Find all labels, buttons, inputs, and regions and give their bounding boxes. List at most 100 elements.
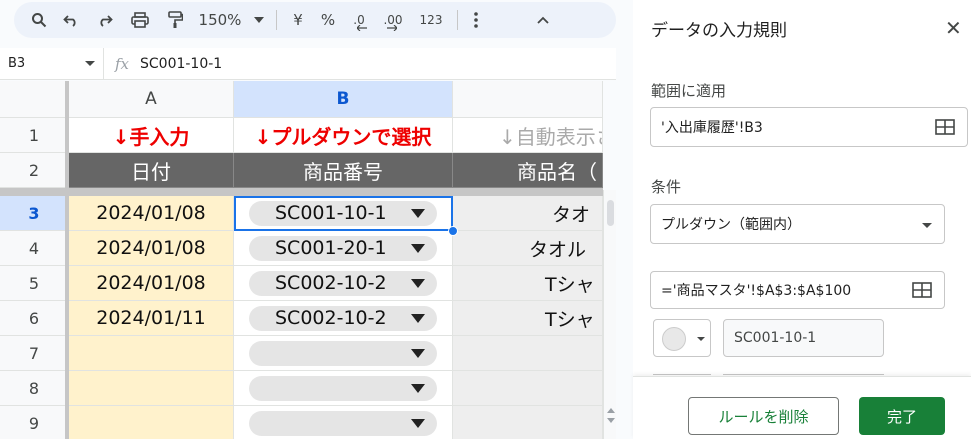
- vertical-scrollbar[interactable]: [603, 190, 616, 439]
- table-header-cell[interactable]: 商品名（: [453, 153, 603, 188]
- row-header-7[interactable]: 7: [0, 336, 69, 371]
- decrease-decimal-button[interactable]: .0: [343, 6, 375, 34]
- more-options-icon[interactable]: [464, 6, 488, 34]
- dropdown-chip[interactable]: SC002-10-2: [249, 270, 437, 296]
- dropdown-chip-value: SC001-20-1: [275, 237, 387, 259]
- fill-handle[interactable]: [448, 226, 458, 236]
- date-cell[interactable]: [69, 371, 234, 406]
- product-code-dropdown-cell[interactable]: SC002-10-2: [234, 266, 453, 301]
- done-button[interactable]: 完了: [859, 397, 945, 435]
- redo-icon[interactable]: [88, 6, 122, 34]
- dropdown-arrow-icon: [411, 278, 425, 288]
- dropdown-arrow-icon: [411, 418, 425, 428]
- product-name-cell[interactable]: Tシャ: [453, 301, 603, 336]
- zoom-dropdown-icon[interactable]: [248, 6, 270, 34]
- chip-color-picker[interactable]: [653, 319, 711, 357]
- color-swatch: [662, 327, 686, 351]
- date-cell[interactable]: [69, 336, 234, 371]
- product-code-dropdown-cell[interactable]: SC002-10-2: [234, 301, 453, 336]
- product-name-cell[interactable]: Tシャ: [453, 266, 603, 301]
- dropdown-arrow-icon: [411, 313, 425, 323]
- product-name-cell[interactable]: タオル: [453, 231, 603, 266]
- frozen-rows-divider[interactable]: [0, 188, 603, 196]
- dropdown-chip[interactable]: SC001-20-1: [249, 235, 437, 261]
- column-header-c[interactable]: [453, 81, 603, 118]
- currency-format-button[interactable]: ¥: [283, 6, 313, 34]
- toolbar-divider: [276, 10, 277, 30]
- range-input[interactable]: '入出庫履歴'!B3: [650, 107, 968, 147]
- column-header-b[interactable]: B: [234, 81, 453, 118]
- dropdown-chip[interactable]: [249, 375, 437, 401]
- row-header-6[interactable]: 6: [0, 301, 69, 336]
- select-range-icon[interactable]: [935, 119, 955, 135]
- select-all-corner[interactable]: [0, 81, 69, 118]
- product-code-dropdown-cell[interactable]: SC001-20-1: [234, 231, 453, 266]
- paint-format-icon[interactable]: [158, 6, 192, 34]
- fx-icon: fx: [114, 54, 129, 73]
- percent-format-button[interactable]: %: [313, 6, 343, 34]
- column-header-a[interactable]: A: [69, 81, 234, 118]
- row-header-9[interactable]: 9: [0, 406, 69, 439]
- formula-input[interactable]: SC001-10-1: [140, 56, 222, 72]
- panel-divider: [616, 0, 633, 439]
- date-cell[interactable]: 2024/01/08: [69, 266, 234, 301]
- number-format-button[interactable]: 123: [411, 6, 451, 34]
- product-name-cell[interactable]: [453, 406, 603, 439]
- row-header-1[interactable]: 1: [0, 118, 69, 153]
- search-icon[interactable]: [24, 6, 54, 34]
- scrollbar-thumb[interactable]: [607, 200, 614, 226]
- dropdown-chip[interactable]: [249, 410, 437, 436]
- range-label: 範囲に適用: [651, 82, 727, 100]
- arrow-left-icon: [357, 25, 367, 31]
- increase-decimal-button[interactable]: .00: [375, 6, 411, 34]
- dropdown-chip[interactable]: [249, 340, 437, 366]
- table-header-cell[interactable]: 商品番号: [234, 153, 453, 188]
- remove-rule-button[interactable]: ルールを削除: [688, 397, 839, 435]
- product-code-dropdown-cell[interactable]: [234, 371, 453, 406]
- date-cell[interactable]: [69, 406, 234, 439]
- date-cell[interactable]: 2024/01/11: [69, 301, 234, 336]
- formula-bar: B3 fx SC001-10-1: [0, 47, 616, 80]
- name-box[interactable]: B3: [0, 47, 104, 80]
- dropdown-arrow-icon: [411, 383, 425, 393]
- instruction-cell[interactable]: ↓自動表示さ: [453, 118, 603, 153]
- criteria-range-input[interactable]: ='商品マスタ'!$A$3:$A$100: [650, 271, 945, 309]
- table-header-cell[interactable]: 日付: [69, 153, 234, 188]
- dropdown-chip[interactable]: SC002-10-2: [249, 305, 437, 331]
- dropdown-item-field[interactable]: SC001-10-1: [723, 319, 884, 357]
- print-icon[interactable]: [122, 6, 158, 34]
- panel-footer: ルールを削除 完了: [633, 376, 971, 439]
- panel-title: データの入力規則: [651, 21, 787, 41]
- toolbar: 150% ¥ % .0 .00 123: [14, 2, 616, 38]
- name-box-value: B3: [8, 56, 26, 71]
- dropdown-arrow-icon: [411, 243, 425, 253]
- date-cell[interactable]: 2024/01/08: [69, 196, 234, 231]
- product-name-cell[interactable]: タオ: [453, 196, 603, 231]
- row-header-4[interactable]: 4: [0, 231, 69, 266]
- collapse-toolbar-icon[interactable]: [514, 6, 572, 34]
- product-name-cell[interactable]: [453, 371, 603, 406]
- data-validation-panel: データの入力規則 ✕ 範囲に適用 '入出庫履歴'!B3 条件 プルダウン（範囲内…: [633, 0, 971, 439]
- date-cell[interactable]: 2024/01/08: [69, 231, 234, 266]
- dropdown-chip[interactable]: SC001-10-1: [249, 200, 437, 226]
- frozen-columns-divider[interactable]: [65, 81, 69, 439]
- row-header-2[interactable]: 2: [0, 153, 69, 188]
- instruction-cell[interactable]: ↓手入力: [69, 118, 234, 153]
- close-icon[interactable]: ✕: [945, 18, 962, 38]
- select-range-icon[interactable]: [912, 282, 932, 298]
- row-header-8[interactable]: 8: [0, 371, 69, 406]
- criteria-select-value: プルダウン（範囲内）: [661, 217, 801, 233]
- arrow-right-icon: [387, 25, 397, 31]
- row-header-5[interactable]: 5: [0, 266, 69, 301]
- undo-icon[interactable]: [54, 6, 88, 34]
- instruction-cell[interactable]: ↓プルダウンで選択: [234, 118, 453, 153]
- scroll-down-arrow-icon[interactable]: [607, 418, 615, 423]
- product-name-cell[interactable]: [453, 336, 603, 371]
- product-code-dropdown-cell[interactable]: [234, 336, 453, 371]
- toolbar-divider: [457, 10, 458, 30]
- scroll-up-arrow-icon[interactable]: [607, 408, 615, 413]
- product-code-dropdown-cell[interactable]: SC001-10-1: [234, 196, 453, 231]
- criteria-select[interactable]: プルダウン（範囲内）: [650, 204, 945, 244]
- product-code-dropdown-cell[interactable]: [234, 406, 453, 439]
- row-header-3[interactable]: 3: [0, 196, 69, 231]
